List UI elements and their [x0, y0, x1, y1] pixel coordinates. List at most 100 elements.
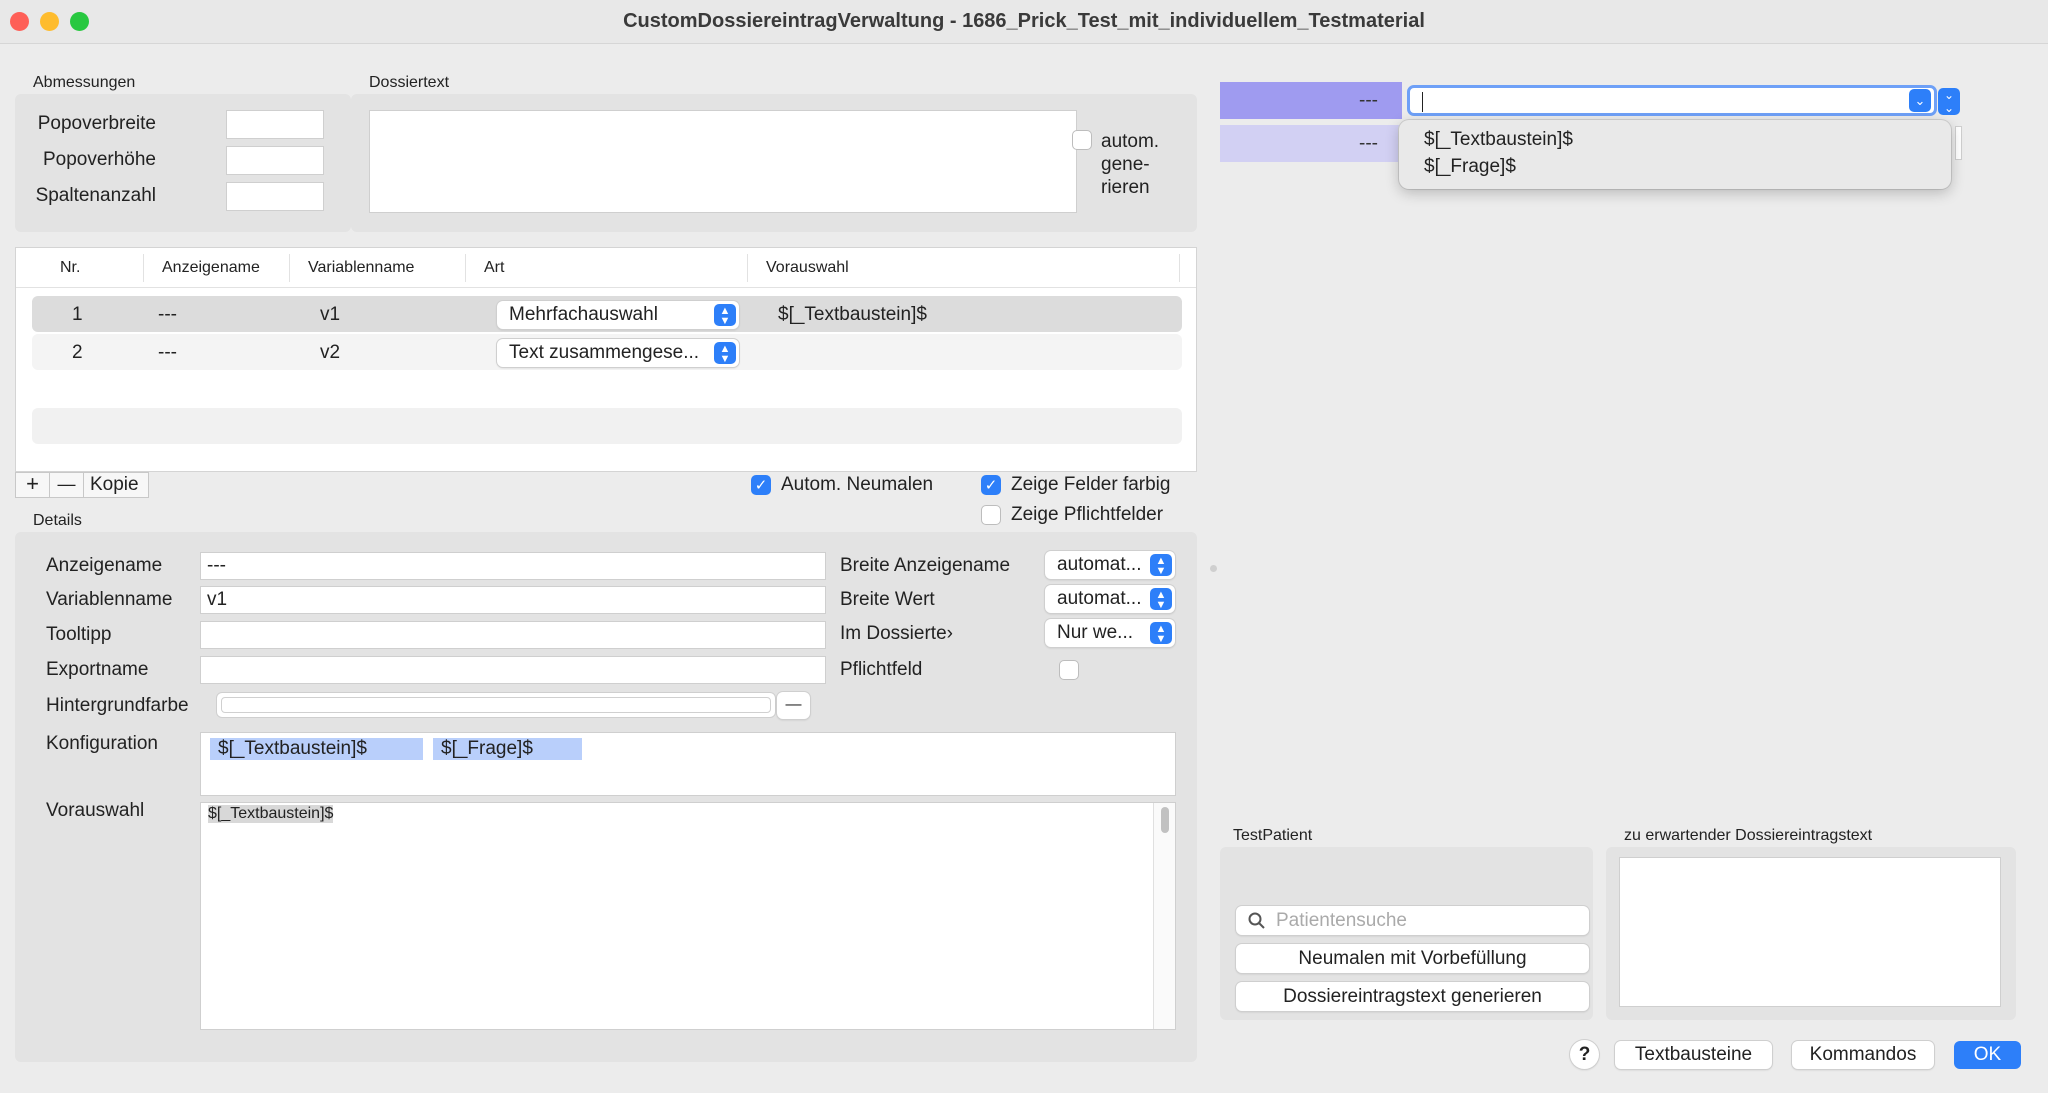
details-panel: Anzeigename --- Variablenname v1 Tooltip…	[15, 532, 1197, 1062]
column-header-art[interactable]: Art	[484, 259, 504, 277]
breite-anzeigename-value: automat...	[1057, 554, 1142, 575]
popover-height-label: Popoverhöhe	[42, 149, 156, 170]
table-toolbar: + — Kopie	[15, 472, 149, 498]
stepper-icon: ▲ ▼	[1150, 622, 1172, 645]
title-bar: CustomDossiereintragVerwaltung - 1686_Pr…	[0, 0, 2048, 44]
dropdown-option[interactable]: $[_Textbaustein]$	[1424, 129, 1573, 151]
patient-search-field[interactable]: Patientensuche	[1236, 906, 1589, 935]
dropdown-option[interactable]: $[_Frage]$	[1424, 156, 1516, 178]
stepper-icon: ▲ ▼	[1150, 554, 1172, 577]
row-nr: 2	[72, 342, 83, 363]
anzeigename-input[interactable]: ---	[200, 552, 826, 580]
breite-anzeigename-label: Breite Anzeigename	[840, 555, 1011, 576]
expected-text-panel	[1606, 847, 2016, 1020]
pflichtfeld-checkbox[interactable]	[1059, 660, 1079, 680]
hintergrundfarbe-well[interactable]	[216, 692, 776, 718]
generate-dossier-text-button[interactable]: Dossiereintragstext generieren	[1236, 982, 1589, 1011]
show-colored-label: Zeige Felder farbig	[1011, 474, 1171, 495]
hintergrundfarbe-label: Hintergrundfarbe	[46, 695, 189, 716]
column-header-anzeigename[interactable]: Anzeigename	[162, 259, 260, 277]
chevron-down-icon[interactable]: ⌄	[1909, 89, 1931, 112]
popover-width-label: Popoverbreite	[37, 113, 156, 134]
show-colored-checkbox[interactable]: ✓	[981, 475, 1001, 495]
im-dossiertext-value: Nur we...	[1057, 622, 1134, 643]
scrollbar-thumb[interactable]	[1160, 807, 1169, 833]
patient-search-placeholder: Patientensuche	[1276, 910, 1407, 931]
breite-anzeigename-select[interactable]: automat... ▲ ▼	[1045, 551, 1175, 579]
help-button[interactable]: ?	[1570, 1040, 1599, 1069]
row-variablenname: v2	[320, 342, 341, 363]
anzeigename-label: Anzeigename	[46, 555, 163, 576]
preview-combobox[interactable]: ⌄	[1407, 85, 1937, 116]
dossiertext-panel: autom. gene- rieren	[351, 94, 1197, 232]
search-icon	[1248, 912, 1265, 929]
row-vorauswahl: $[_Textbaustein]$	[778, 304, 927, 325]
column-header-vorauswahl[interactable]: Vorauswahl	[766, 259, 849, 277]
konfiguration-token[interactable]: $[_Frage]$	[433, 738, 582, 760]
im-dossiertext-select[interactable]: Nur we... ▲ ▼	[1045, 619, 1175, 647]
vorauswahl-textarea[interactable]: $[_Textbaustein]$	[200, 802, 1176, 1030]
table-row[interactable]: 1 --- v1 Mehrfachauswahl ▲ ▼ $[_Textbaust…	[32, 296, 1182, 332]
fields-table: Nr. Anzeigename Variablenname Art Voraus…	[15, 247, 1197, 472]
details-group-label: Details	[33, 512, 82, 529]
clear-color-button[interactable]: —	[777, 692, 810, 719]
row-art-select[interactable]: Text zusammengese... ▲ ▼	[497, 339, 739, 367]
dossiertext-textarea[interactable]	[369, 110, 1077, 213]
remove-row-button[interactable]: —	[50, 473, 84, 497]
expected-text-group-label: zu erwartender Dossiereintragstext	[1624, 827, 1873, 844]
breite-wert-label: Breite Wert	[840, 589, 935, 610]
table-header: Nr. Anzeigename Variablenname Art Voraus…	[16, 248, 1196, 288]
breite-wert-value: automat...	[1057, 588, 1142, 609]
exportname-label: Exportname	[46, 659, 149, 680]
breite-wert-select[interactable]: automat... ▲ ▼	[1045, 585, 1175, 613]
textbausteine-button[interactable]: Textbausteine	[1615, 1041, 1772, 1069]
combobox-dropdown-menu: $[_Textbaustein]$ $[_Frage]$	[1399, 120, 1951, 189]
column-header-variablenname[interactable]: Variablenname	[308, 259, 414, 277]
konfiguration-token[interactable]: $[_Textbaustein]$	[210, 738, 423, 760]
column-count-input[interactable]	[226, 182, 324, 211]
auto-repaint-label: Autom. Neumalen	[781, 474, 934, 495]
im-dossiertext-label: Im Dossierte›	[840, 623, 953, 644]
row-art-value: Mehrfachauswahl	[509, 304, 658, 325]
column-header-nr[interactable]: Nr.	[60, 259, 80, 277]
row-anzeigename: ---	[158, 342, 177, 363]
window-title: CustomDossiereintragVerwaltung - 1686_Pr…	[623, 10, 1425, 32]
tooltipp-label: Tooltipp	[46, 624, 112, 645]
dimensions-panel: Popoverbreite Popoverhöhe Spaltenanzahl	[15, 94, 351, 232]
column-count-label: Spaltenanzahl	[35, 185, 156, 206]
vorauswahl-text: $[_Textbaustein]$	[208, 805, 334, 823]
show-required-checkbox[interactable]	[981, 505, 1001, 525]
splitter-handle[interactable]	[1210, 565, 1217, 572]
show-required-label: Zeige Pflichtfelder	[1011, 504, 1164, 525]
vorauswahl-scrollbar[interactable]	[1153, 803, 1175, 1029]
auto-repaint-checkbox[interactable]: ✓	[751, 475, 771, 495]
stepper-icon: ▲ ▼	[714, 304, 736, 327]
exportname-input[interactable]	[200, 656, 826, 684]
row-art-select[interactable]: Mehrfachauswahl ▲ ▼	[497, 301, 739, 329]
vorauswahl-label: Vorauswahl	[46, 800, 145, 821]
stepper-icon: ▲ ▼	[714, 342, 736, 365]
auto-generate-label: autom. gene- rieren	[1101, 131, 1160, 198]
variablenname-input[interactable]: v1	[200, 586, 826, 614]
popover-width-input[interactable]	[226, 110, 324, 139]
row-nr: 1	[72, 304, 83, 325]
add-row-button[interactable]: +	[16, 473, 50, 497]
dimensions-group-label: Abmessungen	[33, 74, 136, 91]
color-swatch	[221, 697, 771, 713]
popover-height-input[interactable]	[226, 146, 324, 175]
row-variablenname: v1	[320, 304, 341, 325]
testpatient-panel: Patientensuche Neumalen mit Vorbefüllung…	[1220, 847, 1593, 1020]
preview-row2-label: ---	[1220, 125, 1402, 162]
repaint-with-prefill-button[interactable]: Neumalen mit Vorbefüllung	[1236, 944, 1589, 973]
expected-text-area[interactable]	[1619, 857, 2001, 1007]
preview-row2-field-edge	[1955, 126, 1962, 160]
tooltipp-input[interactable]	[200, 621, 826, 649]
table-row[interactable]: 2 --- v2 Text zusammengese... ▲ ▼	[32, 334, 1182, 370]
ok-button[interactable]: OK	[1954, 1041, 2021, 1069]
kommandos-button[interactable]: Kommandos	[1792, 1041, 1934, 1069]
auto-generate-checkbox[interactable]	[1072, 130, 1092, 150]
konfiguration-token-field[interactable]: $[_Textbaustein]$ $[_Frage]$	[200, 732, 1176, 796]
double-chevron-down-icon[interactable]: ⌄ ⌄	[1938, 88, 1960, 115]
table-empty-row	[32, 408, 1182, 444]
copy-row-button[interactable]: Kopie	[90, 474, 139, 496]
